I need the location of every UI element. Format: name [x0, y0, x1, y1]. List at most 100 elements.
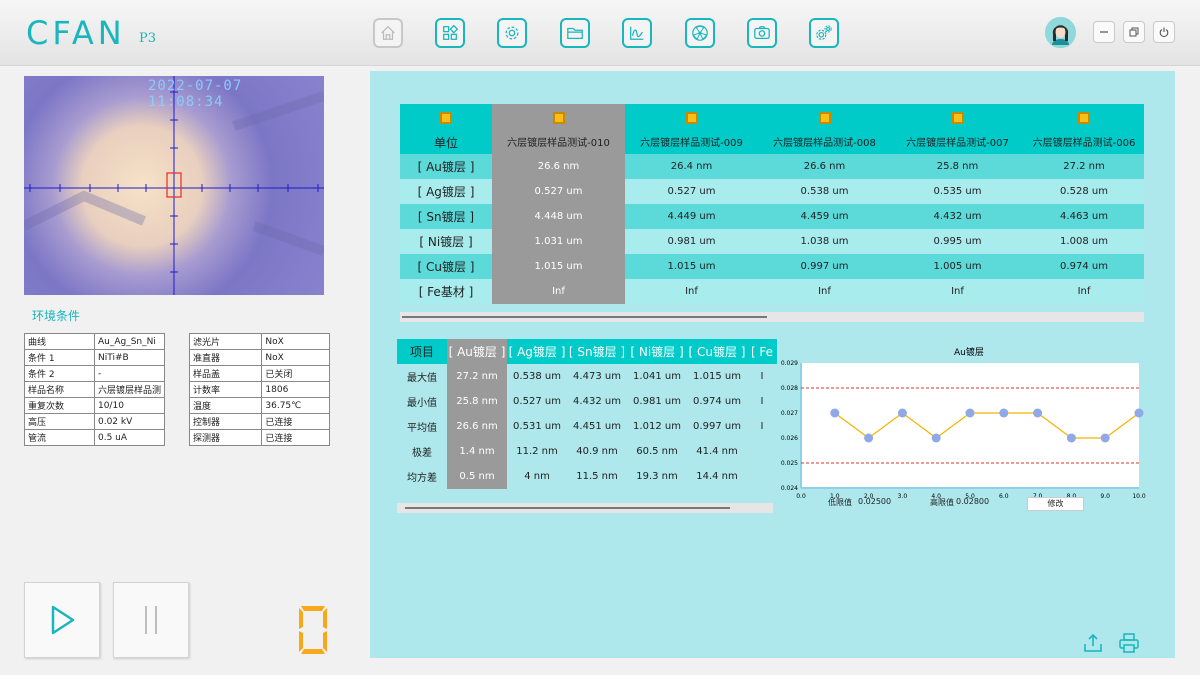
sample-checkbox[interactable] [1078, 112, 1090, 124]
sample-checkbox[interactable] [818, 112, 831, 124]
print-icon[interactable] [1118, 632, 1140, 654]
pause-button[interactable] [113, 582, 189, 658]
result-cell: 0.527 um [492, 179, 625, 204]
low-limit-label: 低限值 [828, 498, 852, 507]
result-cell: 4.459 um [758, 204, 891, 229]
env-value: Au_Ag_Sn_Ni [93, 333, 166, 350]
stats-header[interactable]: [ Ni镀层 ] [627, 339, 687, 364]
env-value: 已关闭 [261, 365, 330, 382]
high-limit-label: 高限值 [930, 498, 954, 507]
sample-checkbox[interactable] [552, 112, 565, 124]
env-value: 36.75℃ [261, 397, 330, 414]
stats-scrollbar[interactable] [397, 503, 773, 513]
nav-apps-button[interactable] [435, 18, 465, 48]
stats-label: 平均值 [407, 423, 437, 434]
result-cell: 1.015 um [492, 254, 625, 279]
start-button[interactable] [24, 582, 100, 658]
stats-header[interactable]: [ Cu镀层 ] [687, 339, 747, 364]
stats-cell: 1.012 um [633, 421, 681, 432]
settings-gear-icon [505, 26, 519, 40]
restore-icon [1129, 27, 1139, 37]
chart-line-icon [630, 26, 644, 40]
sample-header[interactable]: 六层镀层样品测试-007 [891, 104, 1024, 154]
stats-header[interactable]: [ Sn镀层 ] [567, 339, 627, 364]
result-cell: 0.535 um [891, 179, 1024, 204]
nav-folder-button[interactable] [560, 18, 590, 48]
env-value: - [93, 365, 166, 382]
env-key: 计数率 [188, 381, 263, 398]
stats-header: 项目 [397, 339, 447, 364]
env-row: 控制器 已连接 [188, 413, 330, 430]
stats-row: 最大值 27.2 nm 0.538 um 4.473 um 1.041 um 1.015 … [397, 364, 777, 389]
nav-home-button[interactable] [373, 18, 403, 48]
results-table: 单位 六层镀层样品测试-010 六层镀层样品测试-009 六层镀层样品测试-008 六… [400, 104, 1144, 304]
stats-label: 极差 [412, 448, 432, 459]
stats-header[interactable]: [ Ag镀层 ] [507, 339, 567, 364]
export-icon[interactable] [1082, 632, 1104, 654]
sample-name: 六层镀层样品测试-008 [773, 138, 876, 149]
sample-checkbox[interactable] [685, 112, 698, 124]
env-key: 高压 [24, 413, 95, 430]
nav-advanced-settings-button[interactable] [809, 18, 839, 48]
env-value: 10/10 [93, 397, 166, 414]
power-button[interactable] [1153, 21, 1175, 43]
env-value: NoX [261, 333, 330, 350]
high-limit-input[interactable]: 0.02800 [956, 497, 1024, 506]
nav-settings-button[interactable] [497, 18, 527, 48]
result-cell: 26.6 nm [758, 154, 891, 179]
camera-view[interactable]: 2022-07-07 11:08:34 [24, 76, 324, 295]
result-cell: 1.015 um [625, 254, 758, 279]
layer-label: [ Ni镀层 ] [400, 229, 492, 254]
env-key: 温度 [188, 397, 263, 414]
gears-icon [816, 25, 832, 40]
nav-camera-button[interactable] [747, 18, 777, 48]
results-scrollbar[interactable] [400, 312, 1144, 322]
restore-button[interactable] [1123, 21, 1145, 43]
env-row: 管流 0.5 uA [24, 429, 166, 446]
results-row: [ Au镀层 ] 26.6 nm 26.4 nm 26.6 nm 25.8 nm 27.2… [400, 154, 1144, 179]
env-key: 条件 2 [24, 365, 95, 382]
result-cell: 0.997 um [758, 254, 891, 279]
data-point [1100, 433, 1110, 443]
modify-button[interactable]: 修改 [1027, 497, 1084, 511]
result-cell: Inf [758, 279, 891, 304]
result-cell: Inf [1024, 279, 1144, 304]
stats-cell: 0.981 um [633, 396, 681, 407]
stats-header-row: 项目[ Au镀层 ][ Ag镀层 ][ Sn镀层 ][ Ni镀层 ][ Cu镀层… [397, 339, 777, 364]
nav-chart-button[interactable] [622, 18, 652, 48]
stats-cell: 0.527 um [513, 396, 561, 407]
env-row: 探测器 已连接 [188, 429, 330, 446]
sample-header[interactable]: 六层镀层样品测试-008 [758, 104, 891, 154]
stats-scroll-thumb[interactable] [405, 507, 730, 509]
sample-header[interactable]: 六层镀层样品测试-010 [492, 104, 625, 154]
results-row: [ Sn镀层 ] 4.448 um 4.449 um 4.459 um 4.432 um… [400, 204, 1144, 229]
stats-cell: 0.997 um [693, 421, 741, 432]
pause-icon [145, 606, 157, 634]
stats-label: 最大值 [407, 373, 437, 384]
env-key: 重复次数 [24, 397, 95, 414]
stats-cell: 60.5 nm [636, 446, 678, 457]
low-limit-input[interactable]: 0.02500 [858, 497, 928, 506]
sample-header[interactable]: 六层镀层样品测试-006 [1024, 104, 1144, 154]
sample-checkbox[interactable] [951, 112, 964, 124]
env-key: 管流 [24, 429, 95, 446]
nav-radiation-button[interactable] [685, 18, 715, 48]
minimize-button[interactable] [1093, 21, 1115, 43]
y-tick-label: 0.024 [781, 485, 798, 492]
stats-cell: 1.041 um [633, 371, 681, 382]
results-scroll-thumb[interactable] [402, 316, 767, 318]
data-point [999, 408, 1009, 418]
user-avatar[interactable] [1045, 17, 1076, 48]
camera-icon [754, 26, 770, 40]
sample-header[interactable]: 六层镀层样品测试-009 [625, 104, 758, 154]
result-cell: 4.448 um [492, 204, 625, 229]
result-cell: Inf [492, 279, 625, 304]
chart-title: Au镀层 [954, 346, 984, 358]
data-point [897, 408, 907, 418]
env-key: 条件 1 [24, 349, 95, 366]
stats-header[interactable]: [ Au镀层 ] [447, 339, 507, 364]
stats-cell: 1.015 um [693, 371, 741, 382]
camera-timestamp: 2022-07-07 11:08:34 [148, 78, 243, 110]
select-all-checkbox[interactable] [440, 112, 452, 124]
result-cell: Inf [625, 279, 758, 304]
